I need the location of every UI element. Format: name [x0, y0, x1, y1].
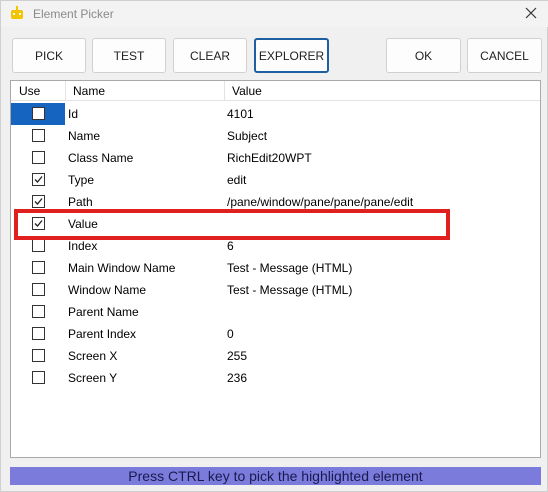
property-value: edit [227, 173, 247, 187]
close-icon [525, 7, 537, 22]
robot-icon [9, 5, 25, 21]
use-checkbox[interactable] [32, 305, 45, 318]
table-row[interactable]: Type edit [11, 169, 540, 191]
cancel-button[interactable]: CANCEL [467, 38, 542, 73]
highlight-annotation-box [14, 209, 450, 240]
use-cell [11, 323, 65, 345]
property-value: RichEdit20WPT [227, 151, 312, 165]
explorer-button[interactable]: EXPLORER [254, 38, 329, 73]
properties-table: Use Name Value Id 4101 Name Subject Class Na… [10, 80, 541, 458]
property-name: Parent Index [68, 327, 137, 341]
use-cell [11, 125, 65, 147]
test-button[interactable]: TEST [92, 38, 166, 73]
property-name: Screen X [68, 349, 118, 363]
table-row[interactable]: Name Subject [11, 125, 540, 147]
use-checkbox[interactable] [32, 283, 45, 296]
property-name: Screen Y [68, 371, 118, 385]
use-checkbox[interactable] [32, 349, 45, 362]
property-name: Main Window Name [68, 261, 176, 275]
property-value: Test - Message (HTML) [227, 261, 353, 275]
header-name[interactable]: Name [65, 81, 224, 101]
use-checkbox[interactable] [32, 371, 45, 384]
checkmark-icon [34, 176, 43, 183]
table-header: Use Name Value [11, 81, 540, 101]
property-name: Type [68, 173, 95, 187]
header-use[interactable]: Use [11, 81, 65, 101]
window-title: Element Picker [33, 7, 114, 21]
checkmark-icon [34, 198, 43, 205]
pick-button[interactable]: PICK [12, 38, 86, 73]
use-cell [11, 257, 65, 279]
property-name: Parent Name [68, 305, 139, 319]
use-checkbox[interactable] [32, 129, 45, 142]
property-name: Class Name [68, 151, 134, 165]
element-picker-window: Element Picker PICK TEST CLEAR EXPLORER … [0, 0, 548, 492]
table-row[interactable]: Main Window Name Test - Message (HTML) [11, 257, 540, 279]
use-checkbox[interactable] [32, 195, 45, 208]
header-value[interactable]: Value [224, 81, 524, 101]
title-bar: Element Picker [1, 1, 548, 27]
use-cell [11, 345, 65, 367]
use-cell [11, 279, 65, 301]
clear-button[interactable]: CLEAR [173, 38, 247, 73]
ok-button[interactable]: OK [386, 38, 461, 73]
property-value: Test - Message (HTML) [227, 283, 353, 297]
use-checkbox[interactable] [32, 261, 45, 274]
use-checkbox[interactable] [32, 239, 45, 252]
table-row[interactable]: Window Name Test - Message (HTML) [11, 279, 540, 301]
use-cell [11, 367, 65, 389]
use-cell [11, 103, 65, 125]
property-name: Id [68, 107, 79, 121]
use-cell [11, 147, 65, 169]
use-checkbox[interactable] [32, 173, 45, 186]
property-value: 255 [227, 349, 248, 363]
table-row[interactable]: Id 4101 [11, 103, 540, 125]
property-value: Subject [227, 129, 268, 143]
table-row[interactable]: Screen X 255 [11, 345, 540, 367]
property-name: Window Name [68, 283, 147, 297]
use-cell [11, 301, 65, 323]
use-cell [11, 169, 65, 191]
property-value: 236 [227, 371, 248, 385]
status-bar: Press CTRL key to pick the highlighted e… [10, 467, 541, 485]
use-checkbox[interactable] [32, 327, 45, 340]
close-button[interactable] [519, 3, 543, 25]
use-checkbox[interactable] [32, 107, 45, 120]
table-row[interactable]: Screen Y 236 [11, 367, 540, 389]
property-value: 0 [227, 327, 234, 341]
table-row[interactable]: Parent Name [11, 301, 540, 323]
table-row[interactable]: Class Name RichEdit20WPT [11, 147, 540, 169]
property-value: 4101 [227, 107, 254, 121]
table-row[interactable]: Parent Index 0 [11, 323, 540, 345]
property-name: Name [68, 129, 101, 143]
use-checkbox[interactable] [32, 151, 45, 164]
